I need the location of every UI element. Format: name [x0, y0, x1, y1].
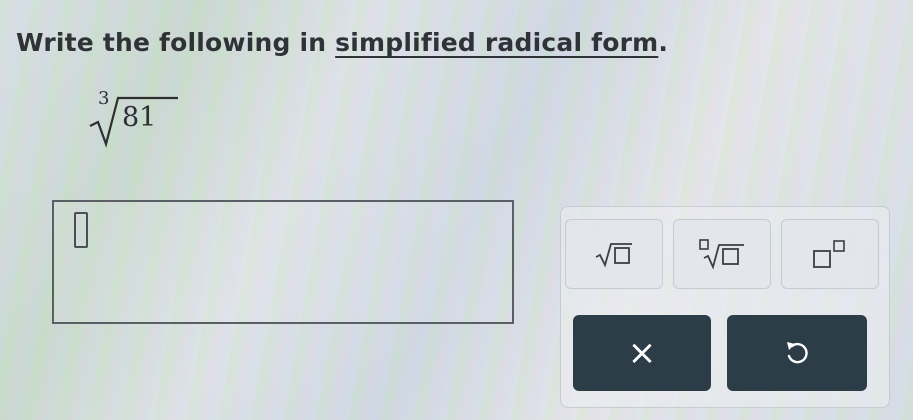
square-root-key[interactable]: [565, 219, 663, 289]
math-keypad: ×: [560, 206, 890, 408]
undo-icon: [787, 342, 808, 364]
exponent-key[interactable]: [781, 219, 879, 289]
close-icon: ×: [627, 333, 657, 373]
question-emphasis: simplified radical form: [335, 28, 659, 57]
question-text: Write the following in simplified radica…: [16, 28, 668, 57]
exponent-template-icon: [813, 240, 845, 268]
nth-root-template-icon: [699, 239, 744, 270]
nth-root-key[interactable]: [673, 219, 771, 289]
question-prefix: Write the following in: [16, 28, 336, 57]
question-suffix: .: [658, 28, 669, 57]
input-placeholder-cursor[interactable]: [74, 212, 88, 248]
answer-input-box[interactable]: [52, 200, 514, 324]
undo-button[interactable]: [727, 315, 867, 391]
radical-radicand: 81: [122, 102, 157, 133]
square-root-template-icon: [595, 243, 632, 268]
radical-index: 3: [98, 88, 110, 109]
radical-expression: 3 81: [88, 88, 178, 148]
clear-button[interactable]: ×: [573, 315, 711, 391]
